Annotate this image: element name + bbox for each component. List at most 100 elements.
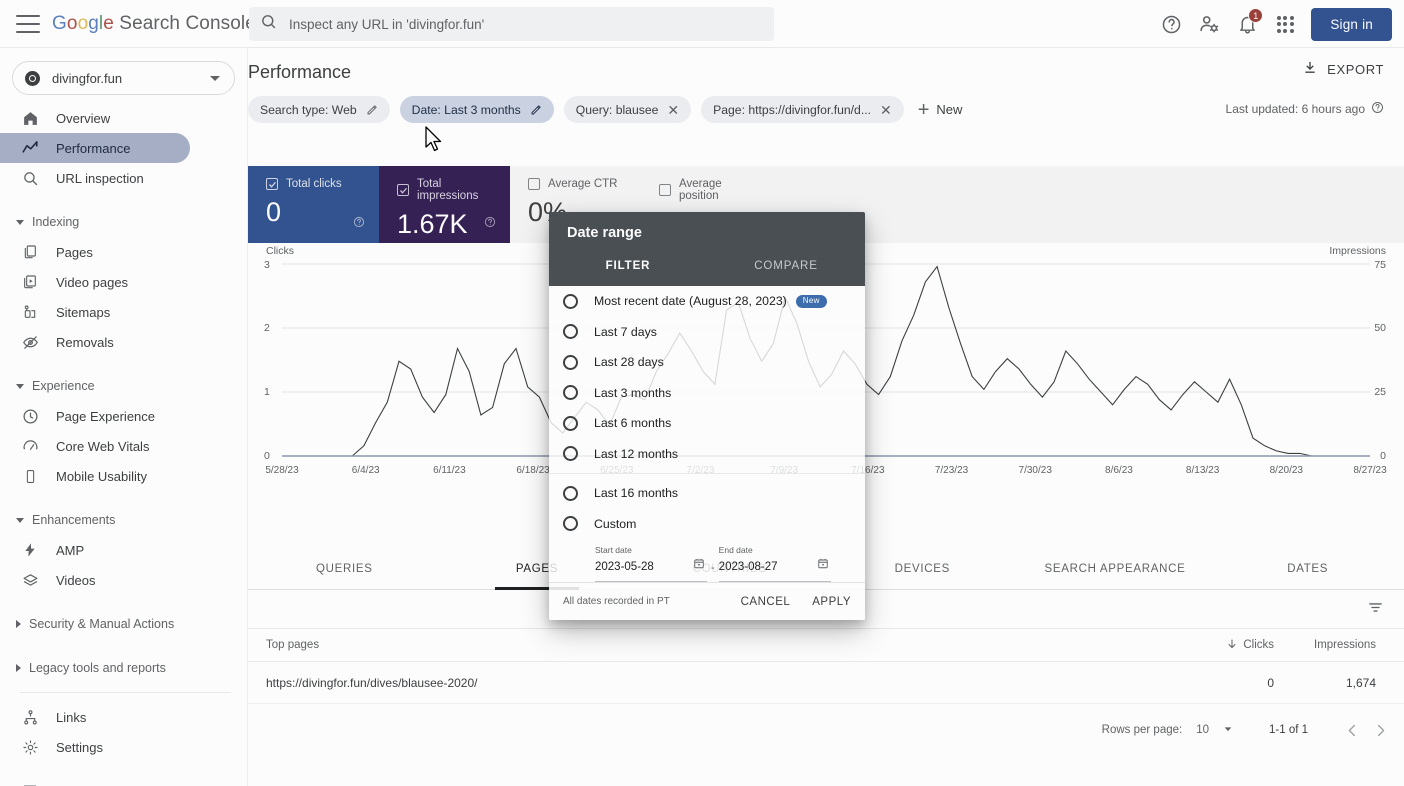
sidebar-item-label: Pages: [56, 245, 93, 260]
sidebar-section-security[interactable]: Security & Manual Actions: [0, 609, 247, 639]
property-selector[interactable]: divingfor.fun: [12, 61, 235, 95]
chevron-left-icon[interactable]: [1338, 716, 1366, 744]
date-option-last-3-months[interactable]: Last 3 months: [549, 378, 865, 409]
close-icon[interactable]: ✕: [880, 103, 892, 117]
cancel-button[interactable]: CANCEL: [741, 596, 791, 608]
column-header-top-pages[interactable]: Top pages: [248, 639, 1124, 651]
sidebar-item-performance[interactable]: Performance: [0, 133, 190, 163]
date-option-most-recent[interactable]: Most recent date (August 28, 2023) New: [549, 286, 865, 317]
metric-card-total-clicks[interactable]: Total clicks 0: [248, 166, 379, 243]
cell-page-url[interactable]: https://divingfor.fun/dives/blausee-2020…: [248, 676, 1124, 690]
sidebar-item-amp[interactable]: AMP: [0, 535, 247, 565]
sidebar-item-label: AMP: [56, 543, 84, 558]
sidebar-item-label: Page Experience: [56, 409, 155, 424]
filter-chips-row: Search type: Web Date: Last 3 months: [248, 96, 1404, 138]
dimension-tab-search-appearance[interactable]: SEARCH APPEARANCE: [1019, 548, 1212, 589]
close-icon[interactable]: ✕: [667, 103, 679, 117]
column-header-clicks[interactable]: Clicks: [1124, 638, 1274, 653]
search-input[interactable]: [289, 17, 774, 32]
radio-unselected-icon[interactable]: [563, 446, 578, 461]
sidebar-divider: [20, 692, 231, 693]
sidebar-item-page-experience[interactable]: Page Experience: [0, 401, 247, 431]
help-circle-icon[interactable]: [484, 215, 496, 233]
filter-list-icon[interactable]: [1367, 599, 1384, 621]
rows-per-page-select[interactable]: 10: [1196, 724, 1233, 737]
end-date-value: 2023-08-27: [719, 561, 778, 573]
table-row[interactable]: https://divingfor.fun/dives/blausee-2020…: [248, 662, 1404, 704]
column-header-impressions[interactable]: Impressions: [1274, 639, 1404, 651]
sidebar-section-indexing[interactable]: Indexing: [0, 207, 247, 237]
sidebar-item-mobile-usability[interactable]: Mobile Usability: [0, 461, 247, 491]
sidebar-item-pages[interactable]: Pages: [0, 237, 247, 267]
dialog-header: Date range FILTER COMPARE: [549, 212, 865, 286]
sidebar-item-videos[interactable]: Videos: [0, 565, 247, 595]
date-option-last-28-days[interactable]: Last 28 days: [549, 347, 865, 378]
checkbox-unchecked-icon[interactable]: [528, 178, 540, 190]
calendar-icon[interactable]: [693, 557, 705, 575]
chip-label: Search type: Web: [260, 103, 357, 117]
end-date-field[interactable]: End date 2023-08-27: [719, 545, 831, 575]
bell-icon[interactable]: 1: [1235, 12, 1259, 36]
checkbox-checked-icon[interactable]: [266, 178, 278, 190]
pencil-icon: [366, 104, 378, 116]
chip-page[interactable]: Page: https://divingfor.fun/d... ✕: [701, 96, 904, 123]
apply-button[interactable]: APPLY: [812, 596, 851, 608]
dialog-tab-compare[interactable]: COMPARE: [707, 256, 865, 286]
end-date-label: End date: [719, 545, 831, 555]
dimension-tab-dates[interactable]: DATES: [1211, 548, 1404, 589]
radio-unselected-icon[interactable]: [563, 516, 578, 531]
radio-unselected-icon[interactable]: [563, 324, 578, 339]
start-date-field[interactable]: Start date 2023-05-28: [595, 545, 707, 575]
radio-unselected-icon[interactable]: [563, 294, 578, 309]
export-label: EXPORT: [1327, 62, 1384, 77]
date-option-last-6-months[interactable]: Last 6 months: [549, 408, 865, 439]
sidebar-section-legacy[interactable]: Legacy tools and reports: [0, 653, 247, 683]
chip-search-type[interactable]: Search type: Web: [248, 96, 390, 123]
chip-query[interactable]: Query: blausee ✕: [564, 96, 691, 123]
metric-card-total-impressions[interactable]: Total impressions 1.67K: [379, 166, 510, 243]
chip-date-range[interactable]: Date: Last 3 months: [400, 96, 554, 123]
help-circle-icon[interactable]: [1159, 12, 1183, 36]
chevron-right-icon[interactable]: [1366, 716, 1394, 744]
checkbox-unchecked-icon[interactable]: [659, 184, 671, 196]
sidebar-item-url-inspection[interactable]: URL inspection: [0, 163, 247, 193]
property-icon: [25, 71, 40, 86]
url-inspection-search[interactable]: [249, 7, 774, 41]
section-label: Security & Manual Actions: [29, 617, 174, 631]
results-table: Top pages Clicks Impressions https://div…: [248, 628, 1404, 704]
chip-label: Query: blausee: [576, 103, 659, 117]
account-settings-icon[interactable]: [1197, 12, 1221, 36]
sidebar-item-submit-feedback[interactable]: ! Submit feedback: [0, 776, 247, 786]
filter-chips: Search type: Web Date: Last 3 months: [248, 96, 962, 123]
sidebar-section-experience[interactable]: Experience: [0, 371, 247, 401]
help-circle-icon[interactable]: [1371, 101, 1384, 117]
date-option-custom[interactable]: Custom: [549, 509, 865, 540]
sidebar-item-sitemaps[interactable]: Sitemaps: [0, 297, 247, 327]
sidebar-section-enhancements[interactable]: Enhancements: [0, 505, 247, 535]
sidebar-item-overview[interactable]: Overview: [0, 103, 247, 133]
sidebar-item-core-web-vitals[interactable]: Core Web Vitals: [0, 431, 247, 461]
custom-date-fields: Start date 2023-05-28 - End date 2023-08: [549, 539, 865, 575]
date-option-last-12-months[interactable]: Last 12 months: [549, 439, 865, 470]
option-label: Last 3 months: [594, 386, 671, 400]
apps-grid-icon[interactable]: [1273, 12, 1297, 36]
checkbox-checked-icon[interactable]: [397, 184, 409, 196]
radio-unselected-icon[interactable]: [563, 486, 578, 501]
date-option-last-16-months[interactable]: Last 16 months: [549, 478, 865, 509]
hamburger-menu-icon[interactable]: [16, 15, 40, 33]
sidebar-item-settings[interactable]: Settings: [0, 732, 247, 762]
radio-unselected-icon[interactable]: [563, 355, 578, 370]
sidebar-item-removals[interactable]: Removals: [0, 327, 247, 357]
sign-in-button[interactable]: Sign in: [1311, 8, 1392, 41]
radio-unselected-icon[interactable]: [563, 416, 578, 431]
dimension-tab-queries[interactable]: QUERIES: [248, 548, 441, 589]
add-filter-button[interactable]: + New: [918, 100, 963, 120]
help-circle-icon[interactable]: [353, 215, 365, 233]
sidebar-item-video-pages[interactable]: Video pages: [0, 267, 247, 297]
radio-unselected-icon[interactable]: [563, 385, 578, 400]
date-option-last-7-days[interactable]: Last 7 days: [549, 317, 865, 348]
dialog-tab-filter[interactable]: FILTER: [549, 256, 707, 286]
sidebar-item-links[interactable]: Links: [0, 702, 247, 732]
export-button[interactable]: EXPORT: [1302, 60, 1384, 79]
calendar-icon[interactable]: [817, 557, 829, 575]
